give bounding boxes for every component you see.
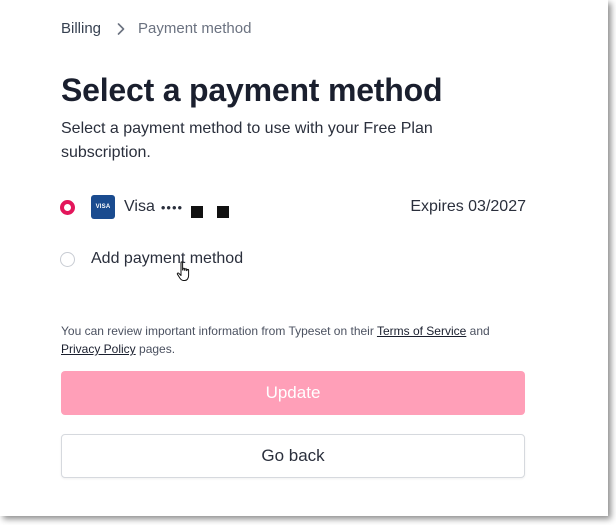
page-subtitle: Select a payment method to use with your… <box>61 120 433 161</box>
privacy-policy-link[interactable]: Privacy Policy <box>61 342 136 356</box>
go-back-button[interactable]: Go back <box>61 434 525 478</box>
card-masked-number: •••• <box>160 199 184 215</box>
breadcrumb: Billing Payment method <box>61 20 251 37</box>
payment-option-add-method[interactable]: Add payment method <box>60 245 526 273</box>
visa-card-icon: VISA <box>91 195 115 219</box>
breadcrumb-current: Payment method <box>138 20 252 37</box>
breadcrumb-billing-link[interactable]: Billing <box>61 20 101 37</box>
update-button[interactable]: Update <box>61 371 525 415</box>
legal-middle: and <box>469 324 490 338</box>
page-title: Select a payment method <box>61 72 443 108</box>
redacted-block <box>191 205 204 218</box>
legal-notice: You can review important information fro… <box>61 322 531 358</box>
terms-of-service-link[interactable]: Terms of Service <box>377 324 466 338</box>
redacted-block <box>217 205 230 218</box>
hand-pointer-icon <box>176 261 194 288</box>
chevron-right-icon <box>117 22 125 35</box>
legal-suffix: pages. <box>139 342 176 356</box>
card-brand: Visa <box>124 198 155 215</box>
legal-prefix: You can review important information fro… <box>61 324 374 338</box>
add-method-label[interactable]: Add payment method <box>91 250 243 268</box>
billing-panel: Billing Payment method Select a payment … <box>0 0 608 516</box>
payment-option-saved-card[interactable]: VISA Visa •••• Expires 03/2027 <box>60 193 526 221</box>
add-method-radio[interactable] <box>60 251 75 267</box>
saved-card-radio[interactable] <box>60 199 75 215</box>
card-expiry: Expires 03/2027 <box>410 198 526 215</box>
